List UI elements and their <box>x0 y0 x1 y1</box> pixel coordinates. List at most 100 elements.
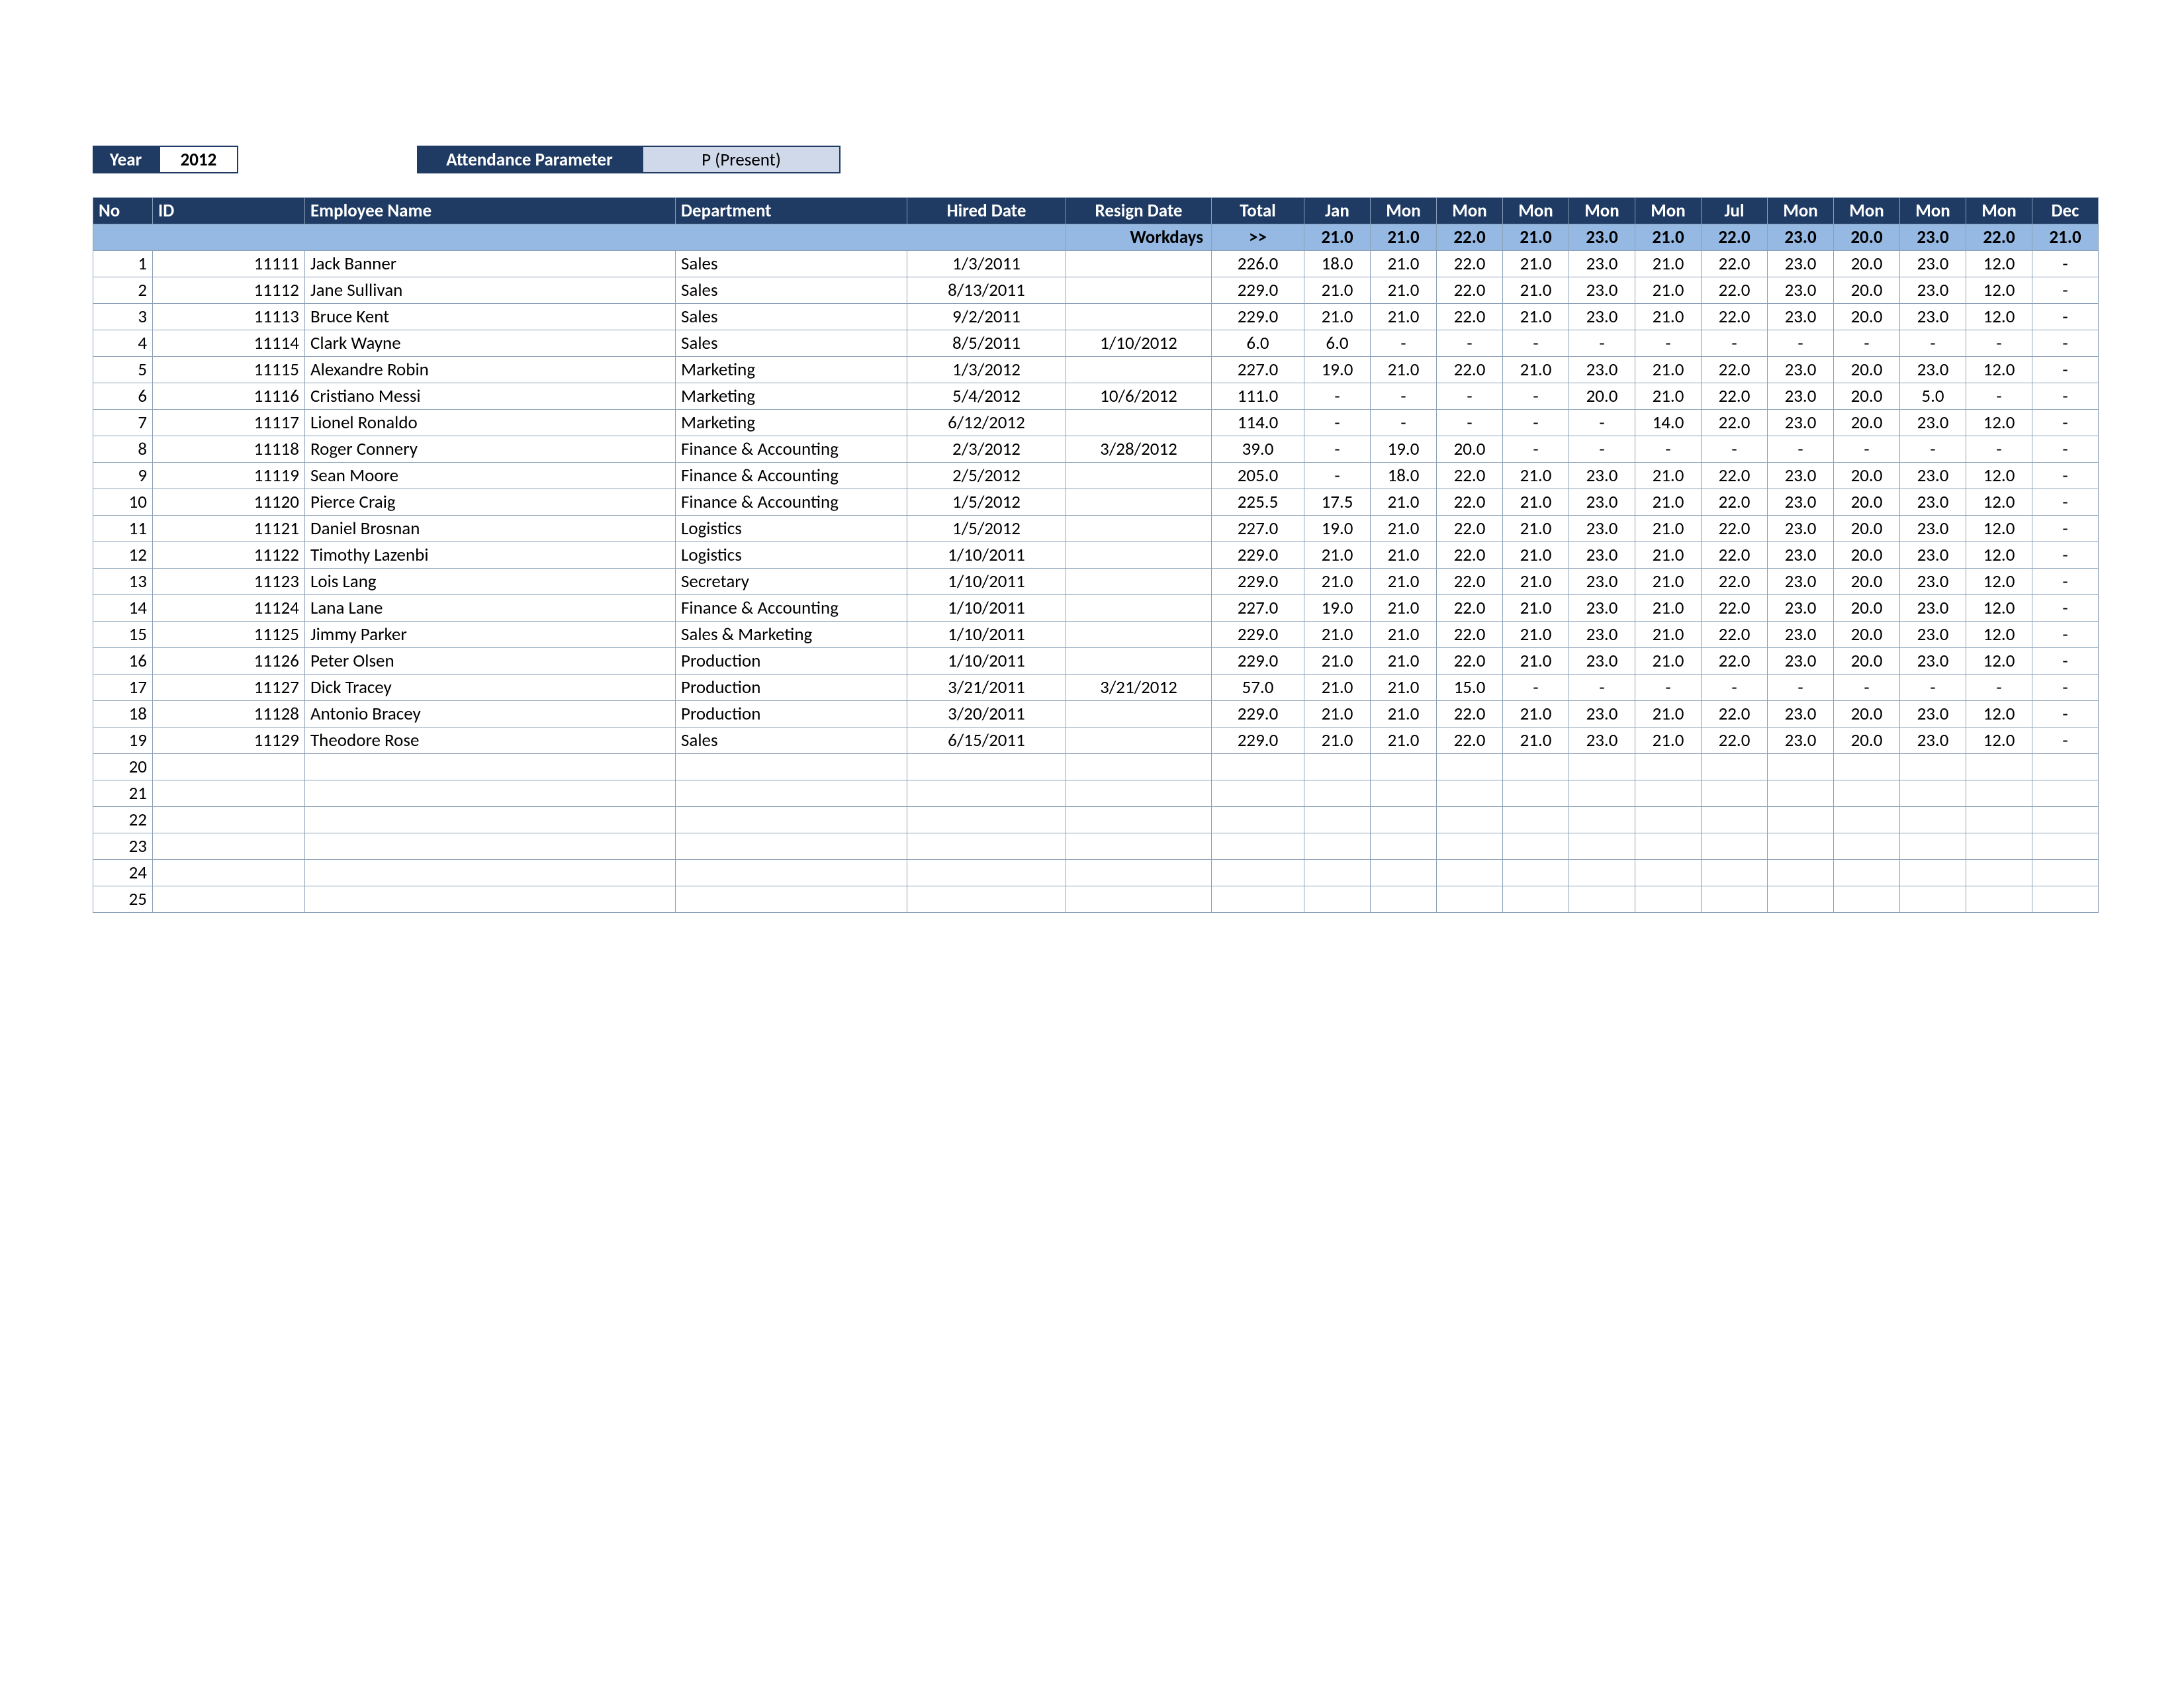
cell-month[interactable]: 12.0 <box>1966 277 2032 304</box>
cell-resign[interactable] <box>1066 277 1212 304</box>
cell-empty[interactable] <box>1503 833 1569 860</box>
cell-month[interactable]: - <box>2032 277 2099 304</box>
cell-empty[interactable] <box>1066 860 1212 886</box>
cell-resign[interactable] <box>1066 410 1212 436</box>
cell-month[interactable]: 18.0 <box>1304 251 1371 277</box>
cell-month[interactable]: - <box>1702 330 1768 357</box>
cell-empty[interactable] <box>1569 886 1635 913</box>
cell-month[interactable]: - <box>1503 410 1569 436</box>
cell-month[interactable]: - <box>1437 410 1503 436</box>
cell-total[interactable]: 57.0 <box>1212 675 1304 701</box>
cell-dept[interactable]: Production <box>676 648 907 675</box>
table-row-empty[interactable]: 20 <box>93 754 2099 780</box>
cell-month[interactable]: 23.0 <box>1900 622 1966 648</box>
cell-empty[interactable] <box>1304 780 1371 807</box>
cell-empty[interactable] <box>153 780 305 807</box>
cell-empty[interactable] <box>1900 833 1966 860</box>
cell-total[interactable]: 225.5 <box>1212 489 1304 516</box>
cell-month[interactable]: 21.0 <box>1371 569 1437 595</box>
cell-resign[interactable] <box>1066 727 1212 754</box>
cell-empty[interactable] <box>1437 886 1503 913</box>
cell-month[interactable]: 21.0 <box>1503 463 1569 489</box>
cell-no[interactable]: 24 <box>93 860 153 886</box>
cell-month[interactable]: - <box>1702 675 1768 701</box>
cell-empty[interactable] <box>676 780 907 807</box>
table-row[interactable]: 1911129Theodore RoseSales6/15/2011229.02… <box>93 727 2099 754</box>
cell-id[interactable]: 11129 <box>153 727 305 754</box>
cell-month[interactable]: 23.0 <box>1900 542 1966 569</box>
cell-month[interactable]: 23.0 <box>1768 701 1834 727</box>
cell-month[interactable]: 20.0 <box>1834 648 1900 675</box>
cell-name[interactable]: Lionel Ronaldo <box>305 410 676 436</box>
cell-hired[interactable]: 9/2/2011 <box>907 304 1066 330</box>
cell-month[interactable]: 12.0 <box>1966 727 2032 754</box>
cell-no[interactable]: 14 <box>93 595 153 622</box>
cell-month[interactable]: 23.0 <box>1569 622 1635 648</box>
cell-month[interactable]: 23.0 <box>1900 648 1966 675</box>
col-dept[interactable]: Department <box>676 198 907 224</box>
cell-resign[interactable] <box>1066 595 1212 622</box>
cell-month[interactable]: 21.0 <box>1304 701 1371 727</box>
cell-month[interactable]: 23.0 <box>1900 463 1966 489</box>
col-month[interactable]: Mon <box>1569 198 1635 224</box>
cell-month[interactable]: - <box>1966 436 2032 463</box>
cell-month[interactable]: - <box>2032 304 2099 330</box>
cell-month[interactable]: - <box>1371 410 1437 436</box>
cell-empty[interactable] <box>1304 807 1371 833</box>
cell-month[interactable]: 12.0 <box>1966 569 2032 595</box>
cell-month[interactable]: 23.0 <box>1768 622 1834 648</box>
cell-resign[interactable] <box>1066 304 1212 330</box>
cell-month[interactable]: - <box>1503 675 1569 701</box>
cell-month[interactable]: 22.0 <box>1437 701 1503 727</box>
cell-month[interactable]: 12.0 <box>1966 701 2032 727</box>
cell-no[interactable]: 13 <box>93 569 153 595</box>
cell-month[interactable]: 21.0 <box>1371 727 1437 754</box>
cell-month[interactable]: - <box>1900 330 1966 357</box>
cell-no[interactable]: 16 <box>93 648 153 675</box>
cell-empty[interactable] <box>1503 860 1569 886</box>
cell-month[interactable]: - <box>2032 727 2099 754</box>
cell-month[interactable]: - <box>2032 357 2099 383</box>
cell-month[interactable]: - <box>1437 383 1503 410</box>
cell-month[interactable]: 23.0 <box>1900 277 1966 304</box>
cell-month[interactable]: 23.0 <box>1768 251 1834 277</box>
cell-month[interactable]: - <box>1371 330 1437 357</box>
table-row[interactable]: 1311123Lois LangSecretary1/10/2011229.02… <box>93 569 2099 595</box>
col-month[interactable]: Jan <box>1304 198 1371 224</box>
cell-month[interactable]: - <box>1834 436 1900 463</box>
col-name[interactable]: Employee Name <box>305 198 676 224</box>
cell-empty[interactable] <box>1371 754 1437 780</box>
cell-id[interactable]: 11121 <box>153 516 305 542</box>
cell-month[interactable]: 23.0 <box>1768 383 1834 410</box>
cell-empty[interactable] <box>1635 807 1702 833</box>
cell-month[interactable]: 23.0 <box>1768 516 1834 542</box>
cell-id[interactable]: 11114 <box>153 330 305 357</box>
cell-month[interactable]: 12.0 <box>1966 542 2032 569</box>
cell-month[interactable]: 21.0 <box>1371 516 1437 542</box>
cell-month[interactable]: 12.0 <box>1966 304 2032 330</box>
cell-month[interactable]: 22.0 <box>1437 304 1503 330</box>
cell-month[interactable]: 22.0 <box>1702 251 1768 277</box>
cell-empty[interactable] <box>1569 860 1635 886</box>
cell-name[interactable]: Jane Sullivan <box>305 277 676 304</box>
cell-no[interactable]: 20 <box>93 754 153 780</box>
cell-no[interactable]: 18 <box>93 701 153 727</box>
col-month[interactable]: Mon <box>1371 198 1437 224</box>
cell-month[interactable]: 22.0 <box>1437 622 1503 648</box>
cell-month[interactable]: 21.0 <box>1503 489 1569 516</box>
table-row[interactable]: 1211122Timothy LazenbiLogistics1/10/2011… <box>93 542 2099 569</box>
cell-empty[interactable] <box>1066 780 1212 807</box>
cell-empty[interactable] <box>1212 886 1304 913</box>
cell-empty[interactable] <box>1371 860 1437 886</box>
cell-dept[interactable]: Marketing <box>676 410 907 436</box>
table-row[interactable]: 1511125Jimmy ParkerSales & Marketing1/10… <box>93 622 2099 648</box>
cell-month[interactable]: 22.0 <box>1437 463 1503 489</box>
cell-dept[interactable]: Sales <box>676 330 907 357</box>
cell-dept[interactable]: Sales <box>676 304 907 330</box>
cell-resign[interactable] <box>1066 516 1212 542</box>
table-row-empty[interactable]: 21 <box>93 780 2099 807</box>
cell-month[interactable]: 21.0 <box>1635 383 1702 410</box>
cell-month[interactable]: - <box>2032 463 2099 489</box>
cell-month[interactable]: 23.0 <box>1768 463 1834 489</box>
cell-empty[interactable] <box>1834 754 1900 780</box>
